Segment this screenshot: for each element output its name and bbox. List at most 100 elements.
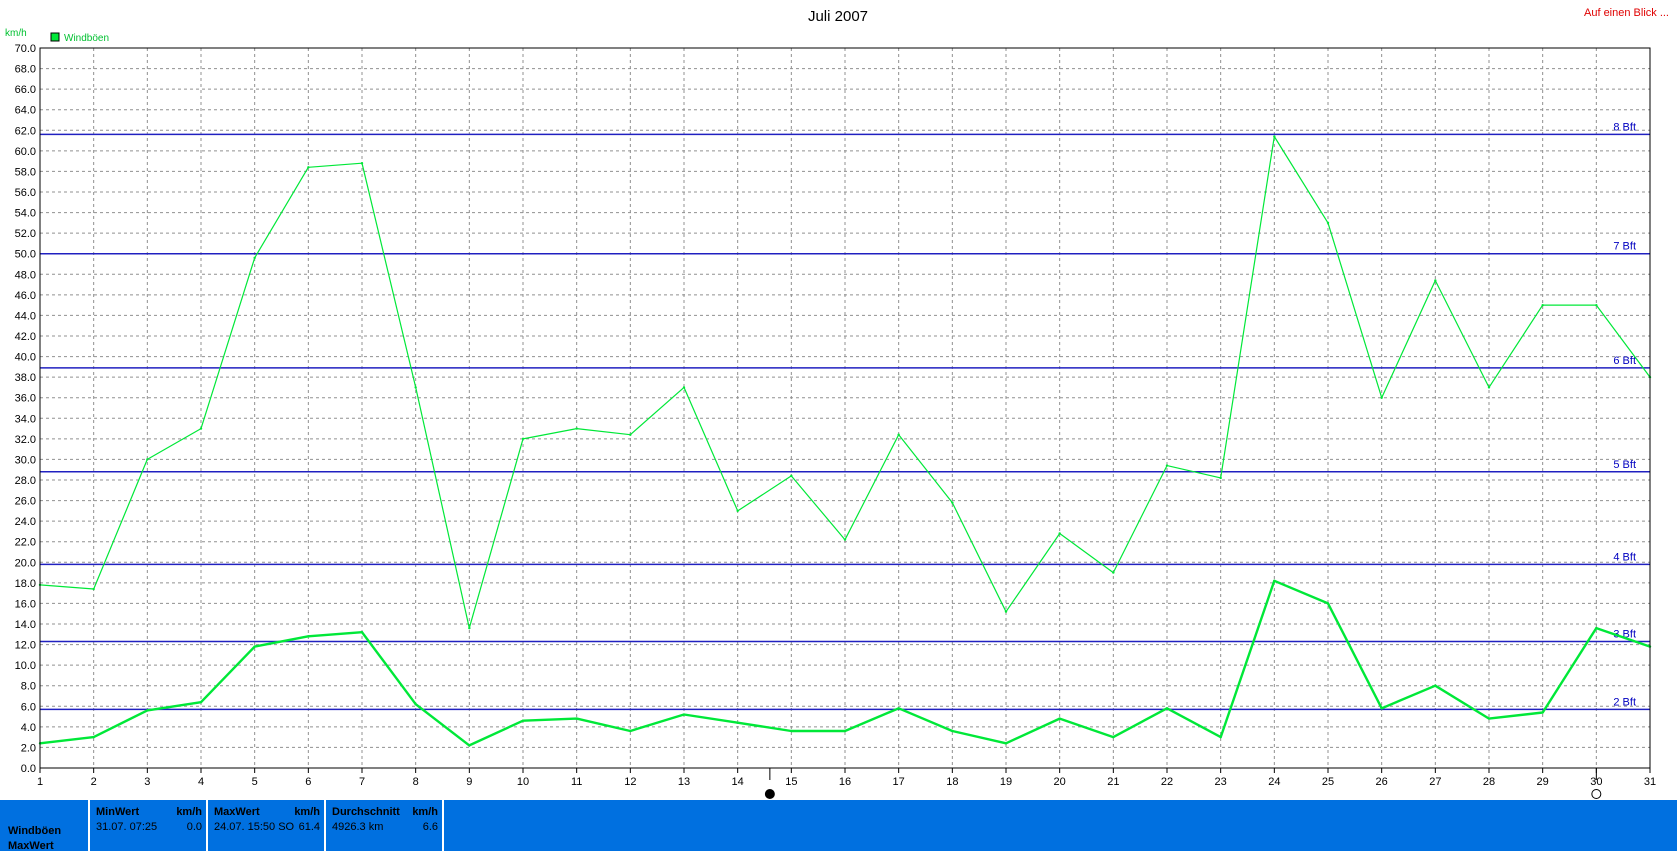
max-point <box>414 386 417 389</box>
bft-label: 5 Bft <box>1613 459 1636 471</box>
x-tick-label: 28 <box>1483 776 1495 788</box>
stats-max-date: 24.07. 15:50 SO <box>214 821 295 833</box>
stats-avg-value: 6.6 <box>422 821 438 833</box>
bft-label: 4 Bft <box>1613 551 1636 563</box>
max-point <box>1112 571 1115 574</box>
max-point <box>1487 386 1491 389</box>
full-moon-icon <box>1591 789 1602 799</box>
average-point <box>521 719 525 722</box>
average-point <box>1487 717 1491 720</box>
y-tick-label: 68.0 <box>15 64 36 76</box>
x-tick-label: 26 <box>1376 776 1388 788</box>
average-point <box>575 717 578 720</box>
x-tick-label: 17 <box>893 776 905 788</box>
stats-row-label: Windböen <box>8 825 62 837</box>
stats-min-date: 31.07. 07:25 <box>96 821 158 833</box>
max-point <box>951 501 954 504</box>
y-tick-label: 54.0 <box>15 208 36 220</box>
y-tick-label: 56.0 <box>15 187 36 199</box>
y-tick-label: 32.0 <box>15 434 36 446</box>
average-point <box>253 645 256 648</box>
y-tick-label: 50.0 <box>15 249 36 261</box>
y-tick-label: 46.0 <box>15 290 36 302</box>
max-point <box>843 538 847 541</box>
x-tick-label: 9 <box>466 776 472 788</box>
average-point <box>1380 707 1383 710</box>
bft-label: 8 Bft <box>1613 121 1636 133</box>
y-tick-label: 2.0 <box>21 742 36 754</box>
x-tick-label: 16 <box>839 776 851 788</box>
average-point <box>736 721 739 724</box>
average-point <box>1541 711 1544 714</box>
x-tick-label: 10 <box>517 776 529 788</box>
average-point <box>1326 602 1330 605</box>
chart: Juli 2007 Auf einen Blick ... km/h Windb… <box>5 7 1669 799</box>
stats-bar: Windböen MaxWert MinWert km/h 31.07. 07:2… <box>0 800 1677 854</box>
max-point <box>629 433 632 436</box>
average-point <box>199 700 203 704</box>
x-tick-label: 20 <box>1054 776 1066 788</box>
average-point <box>790 729 793 733</box>
y-tick-label: 58.0 <box>15 166 36 178</box>
y-tick-label: 8.0 <box>21 681 36 693</box>
y-tick-label: 18.0 <box>15 578 36 590</box>
y-tick-label: 14.0 <box>15 619 36 631</box>
y-tick-label: 4.0 <box>21 722 36 734</box>
y-tick-label: 48.0 <box>15 269 36 281</box>
overview-link[interactable]: Auf einen Blick ... <box>1584 7 1669 19</box>
x-tick-label: 22 <box>1161 776 1173 788</box>
chart-title: Juli 2007 <box>808 8 868 25</box>
x-tick-label: 21 <box>1107 776 1119 788</box>
x-tick-label: 5 <box>252 776 258 788</box>
stats-avg-label: Durchschnitt <box>332 806 400 818</box>
y-tick-label: 52.0 <box>15 228 36 240</box>
new-moon-icon <box>764 789 775 799</box>
average-point <box>843 729 847 733</box>
y-tick-label: 24.0 <box>15 516 36 528</box>
y-tick-label: 40.0 <box>15 352 36 364</box>
y-tick-label: 26.0 <box>15 496 36 508</box>
average-point <box>468 744 471 747</box>
stats-divider <box>442 800 444 851</box>
legend-label: Windböen <box>64 33 109 44</box>
average-point <box>307 635 310 638</box>
max-point <box>1541 303 1544 307</box>
x-tick-label: 15 <box>785 776 797 788</box>
max-point <box>1380 396 1383 399</box>
max-point <box>736 509 739 513</box>
legend-swatch <box>50 32 60 42</box>
average-point <box>146 709 149 712</box>
y-tick-label: 20.0 <box>15 557 36 569</box>
max-point <box>1219 476 1222 480</box>
y-tick-label: 12.0 <box>15 640 36 652</box>
x-tick-label: 6 <box>305 776 311 788</box>
max-point <box>1165 464 1169 467</box>
x-tick-label: 8 <box>413 776 419 788</box>
y-tick-label: 28.0 <box>15 475 36 487</box>
max-point <box>360 162 364 165</box>
max-point <box>199 427 203 430</box>
y-tick-label: 38.0 <box>15 372 36 384</box>
x-tick-label: 25 <box>1322 776 1334 788</box>
average-point <box>414 703 417 706</box>
average-point <box>1434 684 1437 687</box>
max-point <box>1058 532 1061 535</box>
stats-row-labels: Windböen MaxWert <box>8 824 61 854</box>
stats-max-box: MaxWert km/h 24.07. 15:50 SO 61.4 <box>206 800 324 851</box>
x-tick-label: 31 <box>1644 776 1656 788</box>
max-point <box>1004 610 1008 613</box>
average-point <box>1112 735 1115 739</box>
y-tick-label: 16.0 <box>15 598 36 610</box>
y-tick-label: 44.0 <box>15 310 36 322</box>
y-tick-label: 36.0 <box>15 393 36 405</box>
max-point <box>1595 303 1598 307</box>
y-tick-label: 34.0 <box>15 413 36 425</box>
x-tick-label: 24 <box>1268 776 1280 788</box>
max-point <box>1326 221 1330 225</box>
max-point <box>521 437 525 441</box>
x-tick-label: 2 <box>91 776 97 788</box>
average-point <box>1273 579 1276 582</box>
max-point <box>575 427 578 430</box>
max-point <box>92 587 95 591</box>
max-point <box>682 386 686 389</box>
